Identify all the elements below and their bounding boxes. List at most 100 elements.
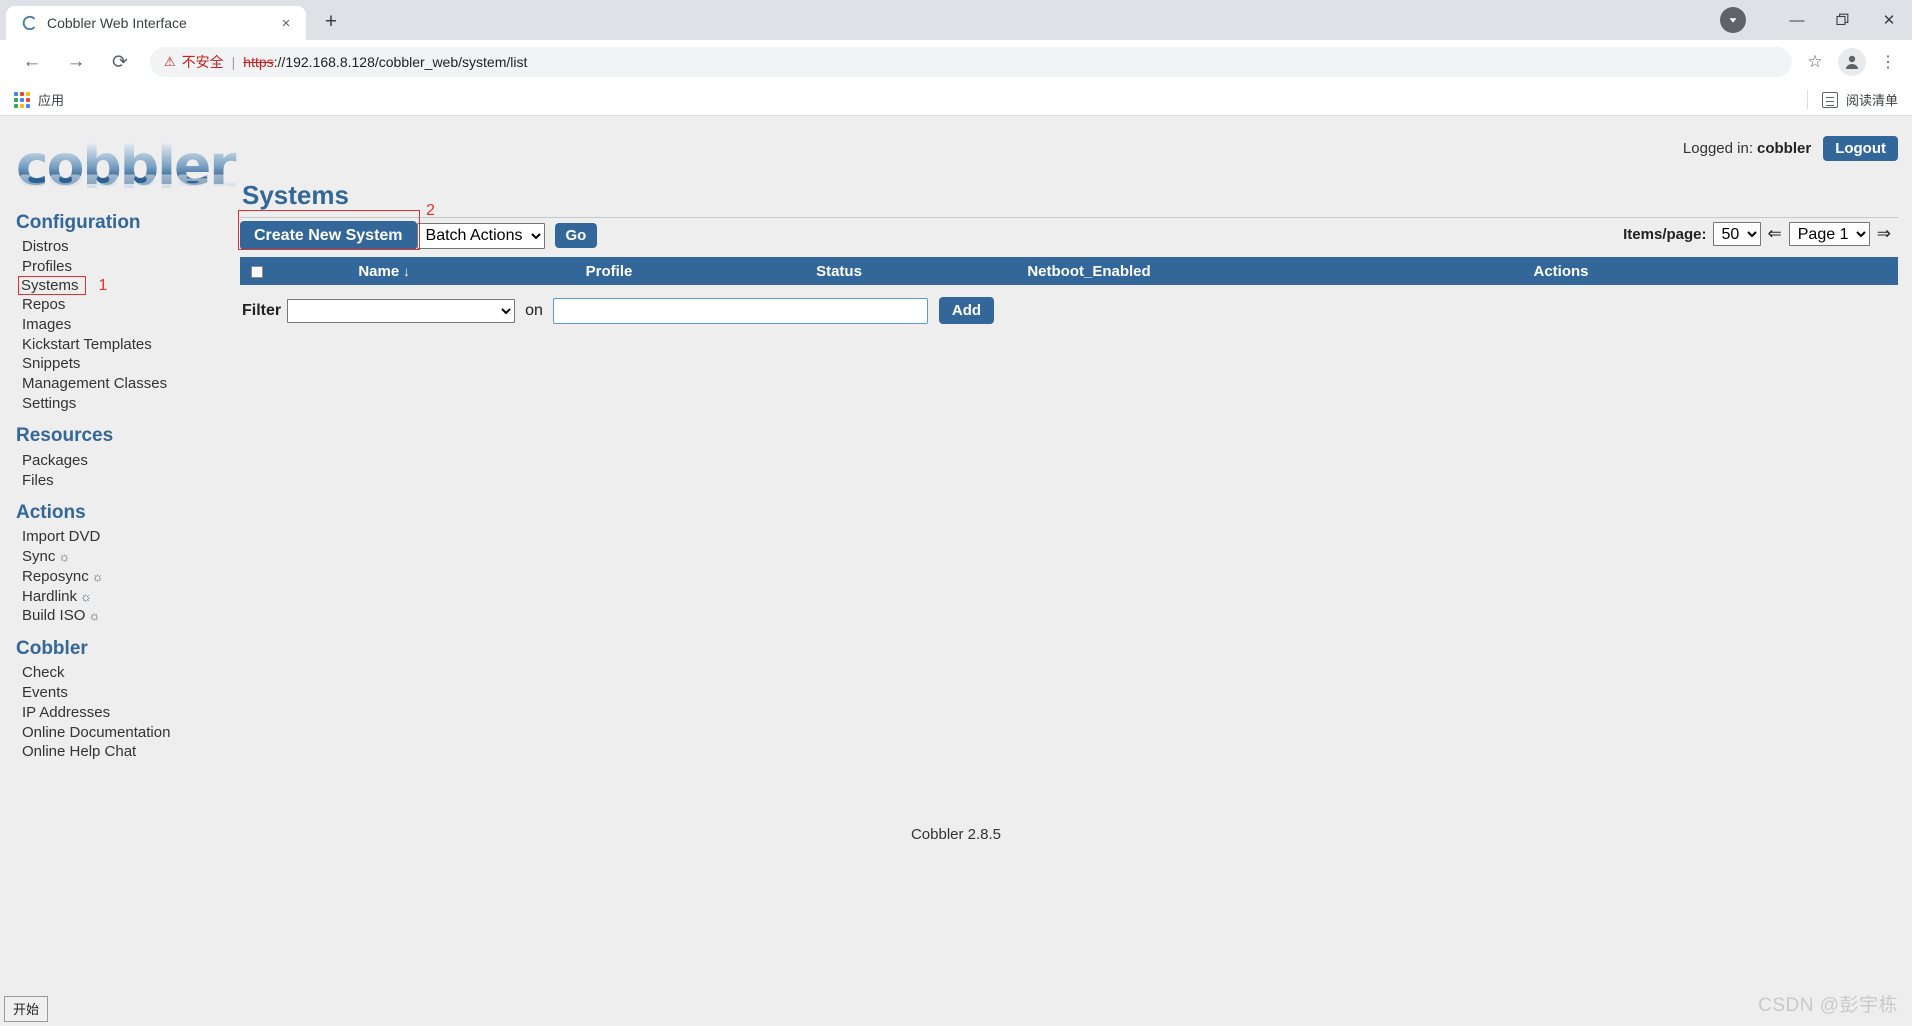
systems-toolbar: Create New System 2 Batch Actions Go Ite… bbox=[238, 202, 1898, 251]
csdn-watermark: CSDN @彭宇栋 bbox=[1758, 995, 1898, 1016]
back-icon[interactable]: ← bbox=[16, 46, 48, 78]
sidebar-item-settings[interactable]: Settings bbox=[22, 394, 76, 414]
sidebar-item-packages[interactable]: Packages bbox=[22, 450, 88, 470]
column-header-name[interactable]: Name ↓ bbox=[274, 257, 494, 285]
sidebar-item-settings-row: Settings bbox=[0, 394, 240, 414]
sidebar-item-build-iso-row: Build ISO ☼ bbox=[0, 606, 240, 626]
sidebar-item-images-row: Images bbox=[0, 314, 240, 334]
sidebar-item-repos[interactable]: Repos bbox=[22, 295, 65, 315]
sidebar-item-management-classes-row: Management Classes bbox=[0, 374, 240, 394]
download-icon[interactable] bbox=[1720, 7, 1746, 33]
apps-shortcut[interactable]: 应用 bbox=[14, 90, 64, 109]
reading-list-button[interactable]: 阅读清单 bbox=[1806, 90, 1898, 109]
sidebar-item-profiles[interactable]: Profiles bbox=[22, 257, 72, 277]
sidebar-item-management-classes[interactable]: Management Classes bbox=[22, 374, 167, 394]
page-content: Logged in: cobbler Logout cobbler cobble… bbox=[0, 124, 1912, 1026]
forward-icon[interactable]: → bbox=[60, 46, 92, 78]
table-header-row: Name ↓ Profile Status Netboot_Enabled Act… bbox=[240, 257, 1898, 285]
window-controls: — ✕ bbox=[1714, 0, 1912, 40]
prev-page-arrow-icon[interactable]: ⇐ bbox=[1768, 224, 1782, 244]
tab-title: Cobbler Web Interface bbox=[47, 15, 187, 31]
page-select[interactable]: Page 1 bbox=[1788, 222, 1870, 246]
go-button[interactable]: Go bbox=[554, 223, 598, 248]
column-header-actions: Actions bbox=[1224, 257, 1898, 285]
sidebar-item-distros[interactable]: Distros bbox=[22, 237, 69, 257]
items-per-page-label: Items/page: bbox=[1623, 225, 1707, 243]
sidebar-item-files-row: Files bbox=[0, 470, 240, 490]
select-all-checkbox[interactable] bbox=[251, 265, 263, 278]
filter-field-select[interactable] bbox=[287, 298, 516, 323]
bookmark-star-icon[interactable]: ☆ bbox=[1800, 47, 1830, 77]
sun-gear-icon: ☼ bbox=[91, 568, 104, 584]
omnibox-separator: | bbox=[231, 54, 236, 70]
column-header-netboot-enabled[interactable]: Netboot_Enabled bbox=[954, 257, 1224, 285]
main-content: Systems Create New System 2 Batch Action… bbox=[238, 180, 1898, 324]
taskbar-start-button[interactable]: 开始 bbox=[4, 996, 49, 1022]
items-per-page-select[interactable]: 50 bbox=[1712, 222, 1761, 246]
minimize-button[interactable]: — bbox=[1774, 0, 1820, 40]
reading-list-label: 阅读清单 bbox=[1845, 93, 1898, 108]
sidebar-item-events[interactable]: Events bbox=[22, 683, 68, 703]
sidebar-item-images[interactable]: Images bbox=[22, 314, 71, 334]
sidebar-item-distros-row: Distros bbox=[0, 237, 240, 257]
restore-button[interactable] bbox=[1820, 0, 1866, 40]
page-title: Systems bbox=[242, 180, 349, 210]
sidebar-section-cobbler: Cobbler bbox=[16, 637, 88, 659]
sidebar-section-actions: Actions bbox=[16, 502, 86, 523]
sidebar-item-check[interactable]: Check bbox=[22, 663, 65, 683]
browser-titlebar: Cobbler Web Interface × + — ✕ bbox=[0, 0, 1912, 40]
sidebar: Configuration Distros Profiles Systems 1 … bbox=[0, 200, 240, 762]
filter-label: Filter bbox=[242, 301, 282, 319]
create-new-system-button[interactable]: Create New System bbox=[240, 220, 417, 251]
new-tab-button[interactable]: + bbox=[316, 7, 346, 37]
sidebar-item-ip-addresses[interactable]: IP Addresses bbox=[22, 703, 110, 723]
sidebar-item-reposync[interactable]: Reposync bbox=[22, 567, 89, 587]
select-all-header[interactable] bbox=[240, 257, 274, 285]
sidebar-item-reposync-row: Reposync ☼ bbox=[0, 567, 240, 587]
sidebar-item-build-iso[interactable]: Build ISO bbox=[22, 606, 85, 626]
column-header-profile[interactable]: Profile bbox=[494, 257, 724, 285]
sidebar-item-import-dvd[interactable]: Import DVD bbox=[22, 527, 100, 547]
sidebar-item-kickstart-templates-row: Kickstart Templates bbox=[0, 334, 240, 354]
address-bar[interactable]: ⚠ 不安全 | https://192.168.8.128/cobbler_we… bbox=[150, 47, 1792, 77]
logged-in-label: Logged in: bbox=[1682, 140, 1753, 157]
tab-close-icon[interactable]: × bbox=[276, 13, 296, 33]
sidebar-item-online-help-chat[interactable]: Online Help Chat bbox=[22, 742, 136, 762]
sidebar-section-configuration: Configuration bbox=[16, 212, 141, 233]
sidebar-item-sync[interactable]: Sync bbox=[22, 547, 55, 567]
sidebar-item-packages-row: Packages bbox=[0, 450, 240, 470]
sidebar-item-files[interactable]: Files bbox=[22, 470, 54, 490]
sidebar-item-check-row: Check bbox=[0, 663, 240, 683]
sun-gear-icon: ☼ bbox=[88, 608, 101, 624]
logout-button[interactable]: Logout bbox=[1823, 136, 1898, 161]
sidebar-item-repos-row: Repos bbox=[0, 295, 240, 315]
browser-window: Cobbler Web Interface × + — ✕ ← → ⟳ ⚠ 不安… bbox=[0, 0, 1912, 1026]
sidebar-item-snippets[interactable]: Snippets bbox=[22, 354, 80, 374]
filter-add-button[interactable]: Add bbox=[938, 297, 995, 324]
apps-grid-icon bbox=[14, 91, 30, 108]
reload-icon[interactable]: ⟳ bbox=[104, 46, 136, 78]
url-rest: ://192.168.8.128/cobbler_web/system/list bbox=[273, 54, 528, 70]
systems-table-head: Name ↓ Profile Status Netboot_Enabled Act… bbox=[240, 257, 1898, 285]
login-status-bar: Logged in: cobbler Logout bbox=[1683, 136, 1898, 161]
sun-gear-icon: ☼ bbox=[58, 549, 71, 565]
next-page-arrow-icon[interactable]: ⇒ bbox=[1877, 224, 1891, 244]
apps-label: 应用 bbox=[38, 93, 65, 108]
sidebar-item-systems[interactable]: Systems bbox=[18, 275, 86, 295]
cobbler-logo-reflection: cobbler bbox=[16, 167, 256, 196]
sidebar-item-hardlink[interactable]: Hardlink bbox=[22, 586, 77, 606]
close-button[interactable]: ✕ bbox=[1866, 0, 1912, 40]
sidebar-item-snippets-row: Snippets bbox=[0, 354, 240, 374]
browser-tab[interactable]: Cobbler Web Interface × bbox=[6, 6, 306, 40]
profile-icon[interactable] bbox=[1838, 48, 1866, 76]
column-header-status[interactable]: Status bbox=[724, 257, 954, 285]
sidebar-item-kickstart-templates[interactable]: Kickstart Templates bbox=[22, 334, 152, 354]
sidebar-item-online-documentation[interactable]: Online Documentation bbox=[22, 722, 170, 742]
sidebar-item-online-help-chat-row: Online Help Chat bbox=[0, 742, 240, 762]
cobbler-logo[interactable]: cobbler cobbler bbox=[16, 138, 256, 208]
batch-actions-select[interactable]: Batch Actions bbox=[416, 222, 545, 249]
browser-toolbar: ← → ⟳ ⚠ 不安全 | https://192.168.8.128/cobb… bbox=[0, 40, 1912, 84]
browser-menu-icon[interactable]: ⋮ bbox=[1874, 47, 1902, 77]
filter-value-input[interactable] bbox=[552, 297, 928, 324]
bookmarks-bar: 应用 阅读清单 bbox=[0, 84, 1912, 116]
